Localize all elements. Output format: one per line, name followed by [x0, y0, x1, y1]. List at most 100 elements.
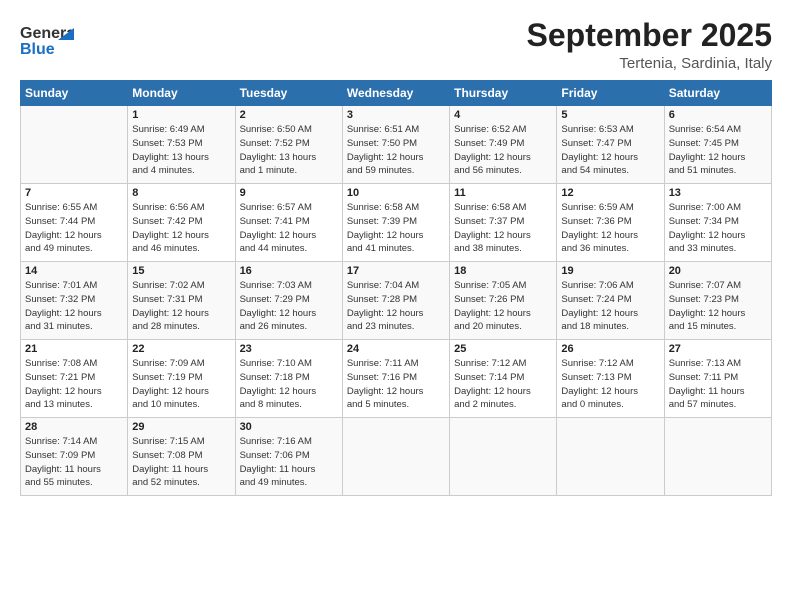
day-cell: 21 Sunrise: 7:08 AM Sunset: 7:21 PM Dayli… — [21, 340, 128, 418]
day-cell: 1 Sunrise: 6:49 AM Sunset: 7:53 PM Daylig… — [128, 106, 235, 184]
day-info: Sunrise: 6:52 AM Sunset: 7:49 PM Dayligh… — [454, 123, 552, 178]
day-number: 23 — [240, 343, 338, 355]
day-cell — [557, 418, 664, 496]
week-row-2: 14 Sunrise: 7:01 AM Sunset: 7:32 PM Dayli… — [21, 262, 772, 340]
day-number: 6 — [669, 109, 767, 121]
day-number: 1 — [132, 109, 230, 121]
day-info: Sunrise: 7:10 AM Sunset: 7:18 PM Dayligh… — [240, 357, 338, 412]
day-number: 15 — [132, 265, 230, 277]
day-number: 5 — [561, 109, 659, 121]
col-wednesday: Wednesday — [342, 81, 449, 106]
subtitle: Tertenia, Sardinia, Italy — [527, 55, 772, 72]
day-cell: 27Sunrise: 7:13 AM Sunset: 7:11 PM Dayli… — [664, 340, 771, 418]
day-number: 18 — [454, 265, 552, 277]
day-number: 19 — [561, 265, 659, 277]
day-info: Sunrise: 7:14 AM Sunset: 7:09 PM Dayligh… — [25, 435, 123, 490]
week-row-4: 28 Sunrise: 7:14 AM Sunset: 7:09 PM Dayli… — [21, 418, 772, 496]
day-number: 7 — [25, 187, 123, 199]
day-cell — [450, 418, 557, 496]
day-info: Sunrise: 6:57 AM Sunset: 7:41 PM Dayligh… — [240, 201, 338, 256]
day-number: 30 — [240, 421, 338, 433]
day-cell: 10 Sunrise: 6:58 AM Sunset: 7:39 PM Dayli… — [342, 184, 449, 262]
day-cell: 25 Sunrise: 7:12 AM Sunset: 7:14 PM Dayli… — [450, 340, 557, 418]
day-cell: 7Sunrise: 6:55 AM Sunset: 7:44 PM Daylig… — [21, 184, 128, 262]
day-info: Sunrise: 7:01 AM Sunset: 7:32 PM Dayligh… — [25, 279, 123, 334]
day-cell: 12 Sunrise: 6:59 AM Sunset: 7:36 PM Dayli… — [557, 184, 664, 262]
day-cell: 11Sunrise: 6:58 AM Sunset: 7:37 PM Dayli… — [450, 184, 557, 262]
week-row-0: 1 Sunrise: 6:49 AM Sunset: 7:53 PM Daylig… — [21, 106, 772, 184]
day-number: 27 — [669, 343, 767, 355]
day-cell: 15 Sunrise: 7:02 AM Sunset: 7:31 PM Dayli… — [128, 262, 235, 340]
day-info: Sunrise: 7:03 AM Sunset: 7:29 PM Dayligh… — [240, 279, 338, 334]
day-number: 2 — [240, 109, 338, 121]
day-cell: 4Sunrise: 6:52 AM Sunset: 7:49 PM Daylig… — [450, 106, 557, 184]
day-number: 12 — [561, 187, 659, 199]
header-row: Sunday Monday Tuesday Wednesday Thursday… — [21, 81, 772, 106]
day-cell: 29 Sunrise: 7:15 AM Sunset: 7:08 PM Dayli… — [128, 418, 235, 496]
day-info: Sunrise: 7:07 AM Sunset: 7:23 PM Dayligh… — [669, 279, 767, 334]
day-number: 24 — [347, 343, 445, 355]
day-info: Sunrise: 6:59 AM Sunset: 7:36 PM Dayligh… — [561, 201, 659, 256]
logo-icon: General Blue — [20, 18, 74, 62]
day-cell: 5 Sunrise: 6:53 AM Sunset: 7:47 PM Daylig… — [557, 106, 664, 184]
day-info: Sunrise: 6:53 AM Sunset: 7:47 PM Dayligh… — [561, 123, 659, 178]
col-sunday: Sunday — [21, 81, 128, 106]
day-info: Sunrise: 7:11 AM Sunset: 7:16 PM Dayligh… — [347, 357, 445, 412]
day-info: Sunrise: 7:12 AM Sunset: 7:13 PM Dayligh… — [561, 357, 659, 412]
day-cell: 22 Sunrise: 7:09 AM Sunset: 7:19 PM Dayli… — [128, 340, 235, 418]
day-number: 20 — [669, 265, 767, 277]
day-cell — [342, 418, 449, 496]
day-info: Sunrise: 7:06 AM Sunset: 7:24 PM Dayligh… — [561, 279, 659, 334]
month-title: September 2025 — [527, 18, 772, 53]
day-info: Sunrise: 6:54 AM Sunset: 7:45 PM Dayligh… — [669, 123, 767, 178]
day-cell: 18Sunrise: 7:05 AM Sunset: 7:26 PM Dayli… — [450, 262, 557, 340]
day-number: 11 — [454, 187, 552, 199]
day-info: Sunrise: 6:56 AM Sunset: 7:42 PM Dayligh… — [132, 201, 230, 256]
day-info: Sunrise: 7:08 AM Sunset: 7:21 PM Dayligh… — [25, 357, 123, 412]
day-cell: 28 Sunrise: 7:14 AM Sunset: 7:09 PM Dayli… — [21, 418, 128, 496]
day-info: Sunrise: 6:51 AM Sunset: 7:50 PM Dayligh… — [347, 123, 445, 178]
day-info: Sunrise: 6:50 AM Sunset: 7:52 PM Dayligh… — [240, 123, 338, 178]
header: General Blue September 2025 Tertenia, Sa… — [20, 18, 772, 72]
week-row-3: 21 Sunrise: 7:08 AM Sunset: 7:21 PM Dayli… — [21, 340, 772, 418]
day-number: 28 — [25, 421, 123, 433]
day-cell: 30Sunrise: 7:16 AM Sunset: 7:06 PM Dayli… — [235, 418, 342, 496]
day-info: Sunrise: 6:58 AM Sunset: 7:39 PM Dayligh… — [347, 201, 445, 256]
day-number: 10 — [347, 187, 445, 199]
day-number: 9 — [240, 187, 338, 199]
day-info: Sunrise: 7:12 AM Sunset: 7:14 PM Dayligh… — [454, 357, 552, 412]
col-friday: Friday — [557, 81, 664, 106]
day-info: Sunrise: 6:49 AM Sunset: 7:53 PM Dayligh… — [132, 123, 230, 178]
logo-area: General Blue — [20, 18, 74, 62]
day-cell: 20 Sunrise: 7:07 AM Sunset: 7:23 PM Dayli… — [664, 262, 771, 340]
day-cell: 3Sunrise: 6:51 AM Sunset: 7:50 PM Daylig… — [342, 106, 449, 184]
day-number: 13 — [669, 187, 767, 199]
col-thursday: Thursday — [450, 81, 557, 106]
day-number: 17 — [347, 265, 445, 277]
col-tuesday: Tuesday — [235, 81, 342, 106]
day-number: 26 — [561, 343, 659, 355]
day-cell: 17Sunrise: 7:04 AM Sunset: 7:28 PM Dayli… — [342, 262, 449, 340]
day-cell: 13 Sunrise: 7:00 AM Sunset: 7:34 PM Dayli… — [664, 184, 771, 262]
day-number: 21 — [25, 343, 123, 355]
day-info: Sunrise: 7:00 AM Sunset: 7:34 PM Dayligh… — [669, 201, 767, 256]
day-number: 29 — [132, 421, 230, 433]
day-cell: 16Sunrise: 7:03 AM Sunset: 7:29 PM Dayli… — [235, 262, 342, 340]
calendar-table: Sunday Monday Tuesday Wednesday Thursday… — [20, 80, 772, 496]
day-info: Sunrise: 7:15 AM Sunset: 7:08 PM Dayligh… — [132, 435, 230, 490]
day-number: 22 — [132, 343, 230, 355]
day-number: 25 — [454, 343, 552, 355]
day-info: Sunrise: 7:02 AM Sunset: 7:31 PM Dayligh… — [132, 279, 230, 334]
page: General Blue September 2025 Tertenia, Sa… — [0, 0, 792, 612]
day-info: Sunrise: 7:09 AM Sunset: 7:19 PM Dayligh… — [132, 357, 230, 412]
day-cell: 19 Sunrise: 7:06 AM Sunset: 7:24 PM Dayli… — [557, 262, 664, 340]
col-monday: Monday — [128, 81, 235, 106]
day-cell: 26 Sunrise: 7:12 AM Sunset: 7:13 PM Dayli… — [557, 340, 664, 418]
day-cell: 24 Sunrise: 7:11 AM Sunset: 7:16 PM Dayli… — [342, 340, 449, 418]
day-number: 14 — [25, 265, 123, 277]
svg-text:Blue: Blue — [20, 41, 55, 58]
day-cell: 2 Sunrise: 6:50 AM Sunset: 7:52 PM Daylig… — [235, 106, 342, 184]
week-row-1: 7Sunrise: 6:55 AM Sunset: 7:44 PM Daylig… — [21, 184, 772, 262]
day-cell: 23 Sunrise: 7:10 AM Sunset: 7:18 PM Dayli… — [235, 340, 342, 418]
day-cell: 6 Sunrise: 6:54 AM Sunset: 7:45 PM Daylig… — [664, 106, 771, 184]
